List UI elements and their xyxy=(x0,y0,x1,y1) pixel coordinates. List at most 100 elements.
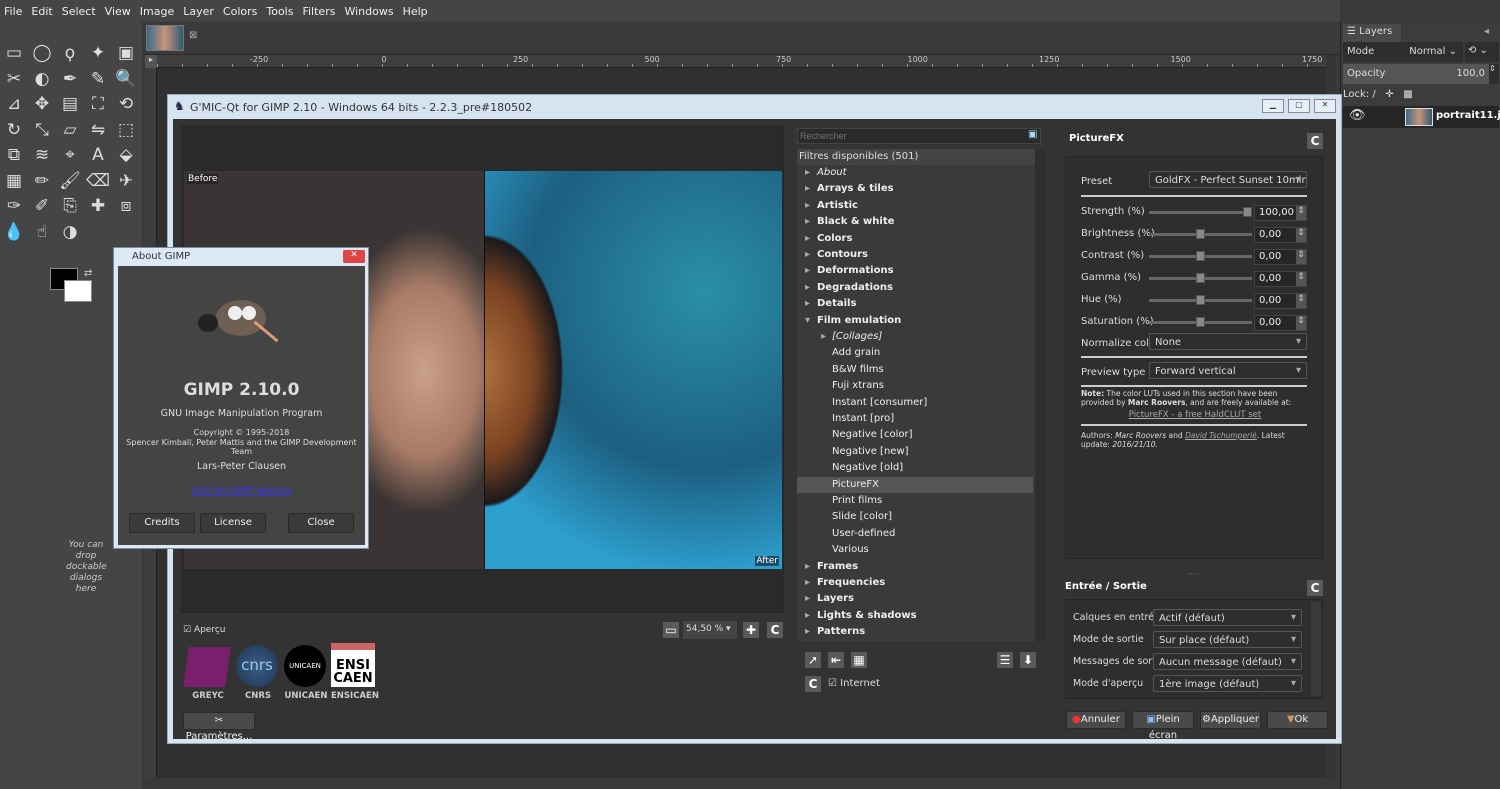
filter-item[interactable]: ▸ Details xyxy=(797,296,1033,312)
collapsed-arrow-icon[interactable]: ▸ xyxy=(805,591,810,607)
cnrs-logo[interactable]: cnrs xyxy=(236,645,278,687)
dock-menu-icon[interactable]: ◂ xyxy=(1484,26,1489,37)
airbrush-tool-icon[interactable]: ✈ xyxy=(114,170,138,192)
filter-item[interactable]: Print films xyxy=(797,493,1033,509)
fullscreen-button[interactable]: ▣Plein écran xyxy=(1132,711,1194,741)
filter-item[interactable]: ▸ Patterns xyxy=(797,624,1033,640)
ensicaen-logo[interactable]: ENSI CAEN xyxy=(331,643,375,687)
filter-item[interactable]: User-defined xyxy=(797,526,1033,542)
io-select[interactable]: 1ère image (défaut) xyxy=(1153,675,1302,692)
splitter-handle[interactable]: ...... xyxy=(1186,568,1199,576)
cage-tool-icon[interactable]: ⧉ xyxy=(2,144,26,166)
perspective-clone-tool-icon[interactable]: ⧈ xyxy=(114,195,138,217)
expanded-arrow-icon[interactable]: ▾ xyxy=(805,313,810,329)
gradient-tool-icon[interactable]: ▦ xyxy=(2,170,26,192)
foreground-select-tool-icon[interactable]: ◐ xyxy=(30,68,54,90)
menu-layer[interactable]: Layer xyxy=(183,5,214,18)
swap-colors-icon[interactable]: ⇄ xyxy=(84,268,92,279)
layers-tab[interactable]: ☰ Layers xyxy=(1343,24,1401,42)
license-button[interactable]: License xyxy=(200,513,266,533)
collapsed-arrow-icon[interactable]: ▸ xyxy=(805,263,810,279)
param-spinbox[interactable]: 100,00 xyxy=(1254,205,1307,221)
menu-file[interactable]: File xyxy=(4,5,22,18)
ellipse-select-tool-icon[interactable]: ◯ xyxy=(30,42,54,64)
menu-filters[interactable]: Filters xyxy=(302,5,335,18)
normalize-select[interactable]: None xyxy=(1149,333,1307,350)
filter-item[interactable]: Negative [new] xyxy=(797,444,1033,460)
slider-handle[interactable] xyxy=(1196,295,1205,305)
mypaint-brush-tool-icon[interactable]: ✐ xyxy=(30,195,54,217)
collapsed-arrow-icon[interactable]: ▸ xyxy=(805,181,810,197)
param-slider[interactable] xyxy=(1149,317,1252,327)
scissors-tool-icon[interactable]: ✂ xyxy=(2,68,26,90)
collapsed-arrow-icon[interactable]: ▸ xyxy=(805,280,810,296)
handle-transform-tool-icon[interactable]: ⌖ xyxy=(58,144,82,166)
close-button[interactable]: ✕ xyxy=(1314,99,1336,113)
filter-item[interactable]: Instant [consumer] xyxy=(797,395,1033,411)
collapsed-arrow-icon[interactable]: ▸ xyxy=(805,608,810,624)
maximize-button[interactable]: ▢ xyxy=(1288,99,1310,113)
lock-alpha-icon[interactable]: ▩ xyxy=(1403,89,1412,100)
filter-item[interactable]: Fuji xtrans xyxy=(797,378,1033,394)
pencil-tool-icon[interactable]: ✏ xyxy=(30,170,54,192)
warp-tool-icon[interactable]: ≋ xyxy=(30,144,54,166)
measure-tool-icon[interactable]: ⊿ xyxy=(2,93,26,115)
filter-item[interactable]: Various xyxy=(797,542,1033,558)
clone-tool-icon[interactable]: ⎘ xyxy=(58,195,82,217)
io-select[interactable]: Aucun message (défaut) xyxy=(1153,653,1302,670)
filter-item[interactable]: PictureFX xyxy=(797,476,1033,493)
filter-item[interactable]: ▸ About xyxy=(797,165,1033,181)
menu-help[interactable]: Help xyxy=(403,5,428,18)
credits-button[interactable]: Credits xyxy=(129,513,195,533)
menu-view[interactable]: View xyxy=(105,5,131,18)
param-slider[interactable] xyxy=(1149,295,1252,305)
slider-handle[interactable] xyxy=(1196,317,1205,327)
param-slider[interactable] xyxy=(1149,207,1252,217)
filter-item[interactable]: ▸ Frequencies xyxy=(797,575,1033,591)
collapsed-arrow-icon[interactable]: ▸ xyxy=(805,624,810,640)
picturefx-link[interactable]: PictureFX - a free HaldCLUT set xyxy=(1066,410,1324,420)
parametres-button[interactable]: ✂Paramètres... xyxy=(183,712,255,742)
menu-select[interactable]: Select xyxy=(62,5,96,18)
zoom-tool-icon[interactable]: 🔍 xyxy=(114,68,138,90)
crop-tool-icon[interactable]: ⛶ xyxy=(86,93,110,115)
unicaen-logo[interactable]: UNICAEN xyxy=(284,645,326,687)
io-select[interactable]: Sur place (défaut) xyxy=(1153,631,1302,648)
collapsed-arrow-icon[interactable]: ▸ xyxy=(805,165,810,181)
filter-item[interactable]: ▸ Lights & shadows xyxy=(797,608,1033,624)
about-close-x-button[interactable]: ✕ xyxy=(343,250,365,263)
collapsed-arrow-icon[interactable]: ▸ xyxy=(805,559,810,575)
free-select-tool-icon[interactable]: ϙ xyxy=(58,42,82,64)
filter-item[interactable]: ▸ Contours xyxy=(797,247,1033,263)
menu-edit[interactable]: Edit xyxy=(31,5,52,18)
param-spinbox[interactable]: 0,00 xyxy=(1254,249,1307,265)
remove-favorite-button[interactable]: ⇤ xyxy=(827,651,845,669)
opacity-spinner[interactable]: Opacity 100,0 xyxy=(1343,64,1489,84)
close-tab-icon[interactable]: ⊠ xyxy=(189,30,197,41)
add-favorite-button[interactable]: ➚ xyxy=(804,651,822,669)
filter-search-input[interactable] xyxy=(797,128,1041,144)
menu-colors[interactable]: Colors xyxy=(223,5,257,18)
lock-position-icon[interactable]: ✛ xyxy=(1385,89,1393,100)
collapsed-arrow-icon[interactable]: ▸ xyxy=(805,214,810,230)
filter-item[interactable]: ▸ Frames xyxy=(797,559,1033,575)
select-by-color-tool-icon[interactable]: ▣ xyxy=(114,42,138,64)
param-slider[interactable] xyxy=(1149,251,1252,261)
menu-image[interactable]: Image xyxy=(140,5,174,18)
filter-item[interactable]: ▸ Black & white xyxy=(797,214,1033,230)
unified-transform-tool-icon[interactable]: ⟲ xyxy=(114,93,138,115)
text-tool-icon[interactable]: A xyxy=(86,144,110,166)
param-slider[interactable] xyxy=(1149,229,1252,239)
visibility-eye-icon[interactable]: 👁 xyxy=(1349,108,1366,123)
greyc-logo[interactable] xyxy=(183,647,231,687)
filter-item[interactable]: Add grain xyxy=(797,345,1033,361)
expand-collapse-button[interactable]: ⬇ xyxy=(1019,651,1037,669)
refresh-filters-button[interactable]: C xyxy=(804,675,822,693)
filter-item[interactable]: ▸ Deformations xyxy=(797,263,1033,279)
slider-handle[interactable] xyxy=(1196,273,1205,283)
paths-tool-icon[interactable]: ✒ xyxy=(58,68,82,90)
filter-item[interactable]: ▸ Degradations xyxy=(797,280,1033,296)
rotate-tool-icon[interactable]: ↻ xyxy=(2,119,26,141)
filter-tree-scrollbar[interactable] xyxy=(1035,149,1045,641)
io-scrollbar[interactable] xyxy=(1311,602,1321,696)
